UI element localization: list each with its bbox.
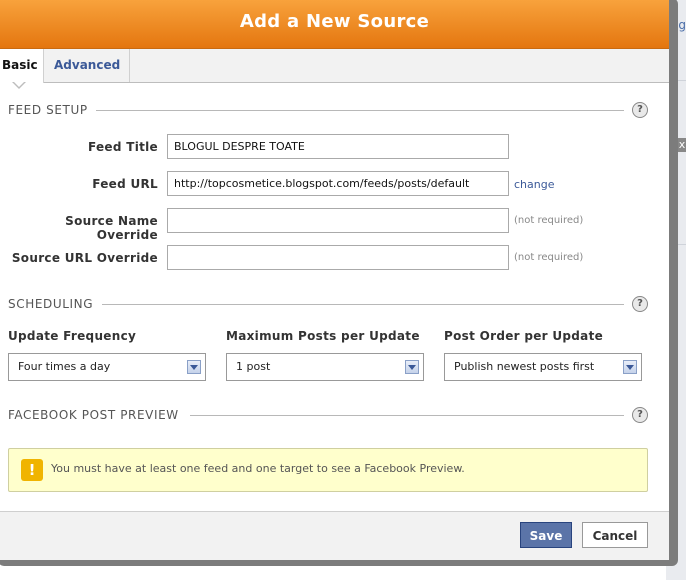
max-posts-value: 1 post [236, 360, 271, 373]
chevron-down-icon[interactable] [405, 360, 419, 374]
cancel-button[interactable]: Cancel [582, 522, 648, 548]
change-feed-url-link[interactable]: change [514, 178, 554, 191]
source-name-override-hint: (not required) [514, 215, 584, 226]
chevron-down-icon[interactable] [623, 360, 637, 374]
source-name-override-label: Source Name Override [65, 214, 158, 242]
source-url-override-input[interactable] [167, 245, 509, 270]
tab-bar: Basic Advanced [0, 49, 669, 89]
tab-basic[interactable]: Basic [0, 49, 44, 83]
source-name-override-input[interactable] [167, 208, 509, 233]
active-tab-caret-icon [12, 81, 26, 89]
max-posts-label: Maximum Posts per Update [226, 329, 420, 343]
warning-icon: ! [21, 459, 43, 481]
section-divider [190, 415, 624, 416]
post-order-label: Post Order per Update [444, 329, 604, 343]
preview-help-icon[interactable]: ? [632, 407, 648, 423]
post-order-select[interactable]: Publish newest posts first [444, 353, 642, 381]
update-frequency-value: Four times a day [18, 360, 111, 373]
max-posts-select[interactable]: 1 post [226, 353, 424, 381]
dialog-title: Add a New Source [0, 0, 669, 49]
section-facebook-preview: FACEBOOK POST PREVIEW [8, 408, 179, 422]
feed-title-label: Feed Title [87, 140, 158, 154]
preview-warning-text: You must have at least one feed and one … [51, 462, 465, 475]
scheduling-help-icon[interactable]: ? [632, 296, 648, 312]
feed-title-input[interactable] [167, 134, 509, 159]
section-scheduling: SCHEDULING [8, 297, 94, 311]
update-frequency-label: Update Frequency [8, 329, 137, 343]
update-frequency-select[interactable]: Four times a day [8, 353, 206, 381]
section-feed-setup: FEED SETUP [8, 103, 88, 117]
source-url-override-hint: (not required) [514, 252, 584, 263]
tab-advanced[interactable]: Advanced [44, 49, 130, 82]
chevron-down-icon[interactable] [187, 360, 201, 374]
dialog-footer: Save Cancel [0, 511, 669, 560]
source-url-override-label: Source URL Override [11, 251, 158, 265]
preview-warning-notice: ! You must have at least one feed and on… [8, 448, 648, 492]
post-order-value: Publish newest posts first [454, 360, 595, 373]
feed-url-input[interactable] [167, 171, 509, 196]
section-divider [102, 304, 624, 305]
add-source-dialog: Add a New Source Basic Advanced FEED SET… [0, 0, 669, 560]
section-divider [96, 110, 624, 111]
feed-url-label: Feed URL [92, 177, 158, 191]
feed-setup-help-icon[interactable]: ? [632, 102, 648, 118]
save-button[interactable]: Save [520, 522, 572, 548]
